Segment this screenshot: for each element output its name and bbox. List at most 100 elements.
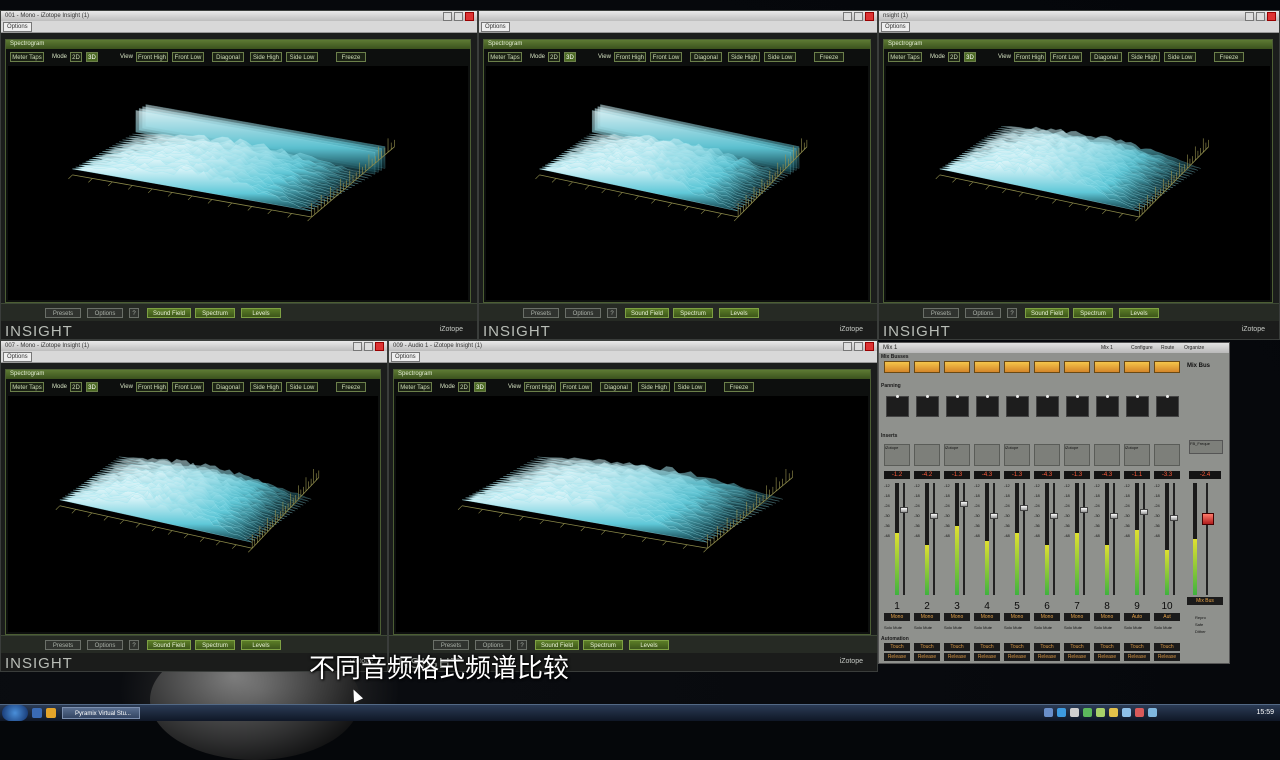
mode-3d-button[interactable]: 3D	[86, 52, 98, 62]
presets-button[interactable]: Presets	[45, 308, 81, 318]
channel-mode-tag[interactable]: Mono	[1094, 613, 1120, 621]
channel-fader[interactable]	[990, 483, 998, 595]
tray-icon-network[interactable]	[1044, 708, 1053, 717]
automation-release[interactable]: Release	[1154, 653, 1180, 661]
automation-release[interactable]: Release	[944, 653, 970, 661]
automation-touch[interactable]: Touch	[1094, 643, 1120, 651]
automation-release[interactable]: Release	[974, 653, 1000, 661]
mix-bus-assign-button[interactable]	[1034, 361, 1060, 373]
solo-button[interactable]: Solo	[1124, 625, 1132, 630]
mix-bus-assign-button[interactable]	[914, 361, 940, 373]
pan-knob[interactable]	[1076, 395, 1079, 398]
channel-mode-tag[interactable]: Mono	[974, 613, 1000, 621]
channel-mode-tag[interactable]: Mono	[944, 613, 970, 621]
view-diagonal-button[interactable]: Diagonal	[1090, 52, 1122, 62]
insight-window-1[interactable]: 001 - Mono - iZotope Insight (1) Options…	[0, 10, 478, 340]
presets-button[interactable]: Presets	[523, 308, 559, 318]
maximize-icon[interactable]	[854, 342, 863, 351]
mode-3d-button[interactable]: 3D	[474, 382, 486, 392]
view-front-high-button[interactable]: Front High	[614, 52, 646, 62]
solo-button[interactable]: Solo	[974, 625, 982, 630]
solo-button[interactable]: Solo	[944, 625, 952, 630]
spectrogram-3d-plot[interactable]	[886, 66, 1270, 300]
channel-fader[interactable]	[900, 483, 908, 595]
mixer-menu-mix[interactable]: Mix 1	[1101, 343, 1113, 353]
view-front-high-button[interactable]: Front High	[136, 382, 168, 392]
presets-button[interactable]: Presets	[923, 308, 959, 318]
mute-button[interactable]: Mute	[1013, 625, 1022, 630]
close-icon[interactable]	[1267, 12, 1276, 21]
channel-fader[interactable]	[1080, 483, 1088, 595]
view-side-high-button[interactable]: Side High	[728, 52, 760, 62]
fader-cap[interactable]	[1080, 507, 1088, 513]
channel-mode-tag[interactable]: Mono	[1004, 613, 1030, 621]
automation-touch[interactable]: Touch	[974, 643, 1000, 651]
view-diagonal-button[interactable]: Diagonal	[212, 52, 244, 62]
tray-icon-update[interactable]	[1096, 708, 1105, 717]
mix-bus-assign-button[interactable]	[1094, 361, 1120, 373]
mute-button[interactable]: Mute	[953, 625, 962, 630]
minimize-icon[interactable]	[353, 342, 362, 351]
close-icon[interactable]	[865, 12, 874, 21]
tray-icon-help[interactable]	[1057, 708, 1066, 717]
automation-touch[interactable]: Touch	[1064, 643, 1090, 651]
dither-label[interactable]: Dither	[1195, 629, 1206, 634]
mixer-menu-route[interactable]: Route	[1161, 343, 1174, 353]
view-side-low-button[interactable]: Side Low	[764, 52, 796, 62]
automation-release[interactable]: Release	[1034, 653, 1060, 661]
minimize-icon[interactable]	[1245, 12, 1254, 21]
mix-bus-assign-button[interactable]	[1124, 361, 1150, 373]
show-desktop-icon[interactable]	[32, 708, 42, 718]
automation-touch[interactable]: Touch	[1034, 643, 1060, 651]
fader-cap[interactable]	[1170, 515, 1178, 521]
window-titlebar[interactable]	[479, 11, 877, 21]
automation-touch[interactable]: Touch	[1124, 643, 1150, 651]
mode-3d-button[interactable]: 3D	[964, 52, 976, 62]
safe-label[interactable]: Safe	[1195, 622, 1203, 627]
sound-field-button[interactable]: Sound Field	[1025, 308, 1069, 318]
mixer-menu-organize[interactable]: Organize	[1184, 343, 1204, 353]
mute-button[interactable]: Mute	[1043, 625, 1052, 630]
freeze-button[interactable]: Freeze	[336, 52, 366, 62]
mixer-titlebar[interactable]: Mix 1	[879, 343, 1229, 353]
channel-fader[interactable]	[1110, 483, 1118, 595]
insert-slot[interactable]	[1154, 444, 1180, 466]
mute-button[interactable]: Mute	[893, 625, 902, 630]
pan-knob[interactable]	[1166, 395, 1169, 398]
channel-fader[interactable]	[960, 483, 968, 595]
spectrum-button[interactable]: Spectrum	[1073, 308, 1113, 318]
solo-button[interactable]: Solo	[914, 625, 922, 630]
master-insert[interactable]: FB_Freque	[1189, 440, 1223, 454]
pan-control[interactable]	[946, 395, 969, 417]
options-button[interactable]: Options	[881, 22, 910, 32]
tray-icon-display[interactable]	[1148, 708, 1157, 717]
view-side-low-button[interactable]: Side Low	[1164, 52, 1196, 62]
mute-button[interactable]: Mute	[1163, 625, 1172, 630]
meter-taps-button[interactable]: Meter Taps	[888, 52, 922, 62]
taskbar-pyramix-button[interactable]: Pyramix Virtual Stu...	[62, 707, 140, 719]
tray-icon-device[interactable]	[1070, 708, 1079, 717]
mute-button[interactable]: Mute	[923, 625, 932, 630]
mode-2d-button[interactable]: 2D	[70, 52, 82, 62]
minimize-icon[interactable]	[443, 12, 452, 21]
automation-touch[interactable]: Touch	[884, 643, 910, 651]
master-fader-cap[interactable]	[1202, 513, 1214, 525]
automation-release[interactable]: Release	[1124, 653, 1150, 661]
close-icon[interactable]	[865, 342, 874, 351]
freeze-button[interactable]: Freeze	[336, 382, 366, 392]
options-button[interactable]: Options	[3, 22, 32, 32]
spectrogram-3d-plot[interactable]	[396, 396, 868, 632]
close-icon[interactable]	[465, 12, 474, 21]
levels-button[interactable]: Levels	[241, 308, 281, 318]
tray-icon-security[interactable]	[1083, 708, 1092, 717]
view-diagonal-button[interactable]: Diagonal	[690, 52, 722, 62]
channel-mode-tag[interactable]: Auto	[1124, 613, 1150, 621]
view-diagonal-button[interactable]: Diagonal	[600, 382, 632, 392]
bottom-options-button[interactable]: Options	[87, 308, 123, 318]
view-front-high-button[interactable]: Front High	[136, 52, 168, 62]
mute-button[interactable]: Mute	[1133, 625, 1142, 630]
mode-2d-button[interactable]: 2D	[458, 382, 470, 392]
start-button[interactable]	[2, 705, 28, 721]
tray-icon-warning[interactable]	[1109, 708, 1118, 717]
tray-icon-record[interactable]	[1135, 708, 1144, 717]
